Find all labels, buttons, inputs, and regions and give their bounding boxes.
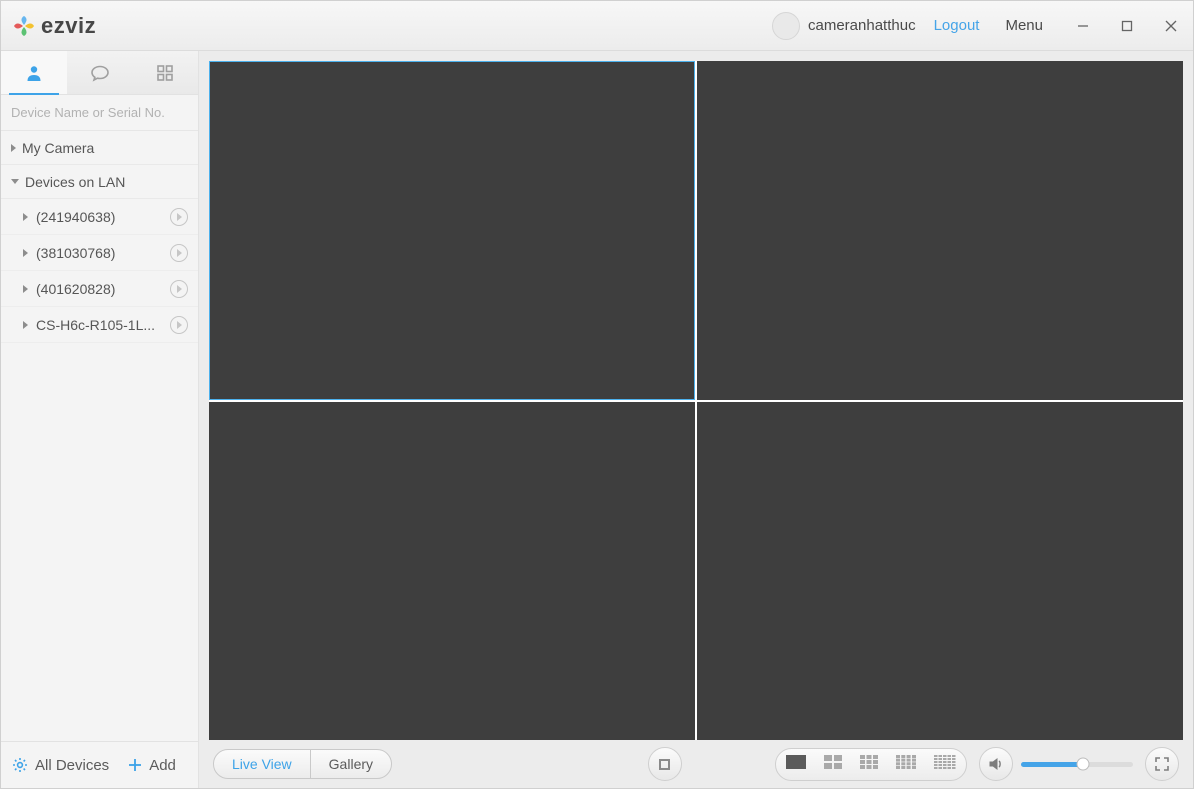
volume-thumb[interactable] (1076, 758, 1089, 771)
video-cell[interactable] (209, 61, 695, 400)
username-label: cameranhatthuc (808, 17, 916, 34)
tree-item-label: (241940638) (36, 209, 162, 225)
stop-all-button[interactable] (648, 747, 682, 781)
tree-item[interactable]: (241940638) (1, 199, 198, 235)
video-cell[interactable] (697, 61, 1183, 400)
layout-4x4-button[interactable] (894, 752, 918, 777)
layout-1x1-button[interactable] (784, 752, 808, 777)
brand-name: ezviz (41, 13, 96, 39)
speaker-icon (988, 756, 1004, 772)
sidebar: My Camera Devices on LAN (241940638) (38… (1, 51, 199, 788)
chevron-down-icon (11, 179, 19, 184)
fullscreen-icon (1155, 757, 1169, 771)
layout-picker (775, 748, 967, 781)
plus-icon (127, 757, 143, 773)
layout-3x3-button[interactable] (858, 752, 880, 777)
window-controls (1061, 1, 1193, 51)
tree-item[interactable]: CS-H6c-R105-1L... (1, 307, 198, 343)
window-minimize-button[interactable] (1061, 1, 1105, 51)
bottom-toolbar: Live View Gallery (199, 740, 1193, 788)
tab-live-view[interactable]: Live View (214, 750, 311, 778)
all-devices-label: All Devices (35, 757, 109, 774)
layout-2x2-button[interactable] (822, 752, 844, 777)
tree-item[interactable]: (401620828) (1, 271, 198, 307)
logout-link[interactable]: Logout (934, 17, 980, 34)
chevron-right-icon (23, 213, 28, 221)
chevron-right-icon (11, 144, 16, 152)
play-icon[interactable] (170, 208, 188, 226)
volume-button[interactable] (979, 747, 1013, 781)
tree-group-label: My Camera (22, 140, 94, 156)
tree-item-label: CS-H6c-R105-1L... (36, 317, 162, 333)
tree-item-label: (401620828) (36, 281, 162, 297)
menu-button[interactable]: Menu (1005, 17, 1043, 34)
chevron-right-icon (23, 285, 28, 293)
volume-control (979, 747, 1133, 781)
play-icon[interactable] (170, 316, 188, 334)
main-panel: Live View Gallery (199, 51, 1193, 788)
window-maximize-button[interactable] (1105, 1, 1149, 51)
person-icon (24, 63, 44, 83)
titlebar: ezviz cameranhatthuc Logout Menu (1, 1, 1193, 51)
logo-mark-icon (11, 13, 37, 39)
fullscreen-button[interactable] (1145, 747, 1179, 781)
sidebar-tabs (1, 51, 198, 95)
brand-logo: ezviz (11, 13, 96, 39)
content: My Camera Devices on LAN (241940638) (38… (1, 51, 1193, 788)
chat-icon (90, 63, 110, 83)
sidebar-tab-messages[interactable] (67, 51, 133, 94)
volume-slider[interactable] (1021, 762, 1133, 767)
video-grid (209, 61, 1183, 740)
avatar[interactable] (772, 12, 800, 40)
search-row (1, 95, 198, 131)
add-device-label: Add (149, 757, 176, 774)
grid-icon (156, 64, 174, 82)
video-cell[interactable] (209, 402, 695, 741)
video-cell[interactable] (697, 402, 1183, 741)
play-icon[interactable] (170, 244, 188, 262)
stop-icon (659, 759, 670, 770)
layout-5x5-button[interactable] (932, 752, 958, 777)
sidebar-bottom: All Devices Add (1, 741, 198, 788)
tree-group-label: Devices on LAN (25, 174, 125, 190)
device-tree: My Camera Devices on LAN (241940638) (38… (1, 131, 198, 741)
window-close-button[interactable] (1149, 1, 1193, 51)
tree-item[interactable]: (381030768) (1, 235, 198, 271)
sidebar-tab-grid[interactable] (132, 51, 198, 94)
view-mode-segmented: Live View Gallery (213, 749, 392, 779)
play-icon[interactable] (170, 280, 188, 298)
tab-gallery[interactable]: Gallery (311, 750, 391, 778)
gear-icon (11, 756, 29, 774)
chevron-right-icon (23, 249, 28, 257)
search-input[interactable] (11, 105, 187, 120)
sidebar-tab-devices[interactable] (1, 51, 67, 94)
tree-group-my-camera[interactable]: My Camera (1, 131, 198, 165)
account-area: cameranhatthuc Logout (772, 12, 979, 40)
all-devices-button[interactable]: All Devices (11, 756, 109, 774)
tree-item-label: (381030768) (36, 245, 162, 261)
chevron-right-icon (23, 321, 28, 329)
add-device-button[interactable]: Add (127, 757, 176, 774)
tree-group-lan[interactable]: Devices on LAN (1, 165, 198, 199)
